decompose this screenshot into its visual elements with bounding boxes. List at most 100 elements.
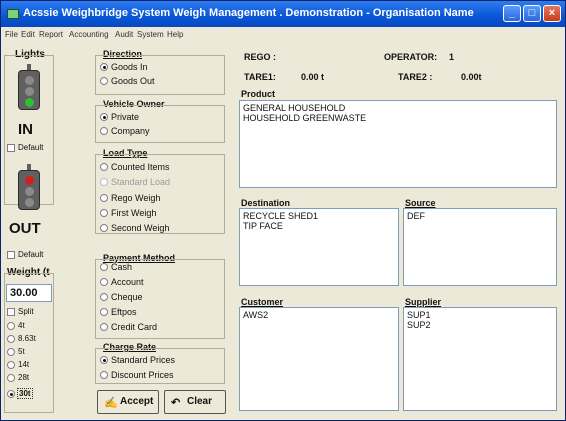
load-type-counted-items-radio[interactable] (100, 163, 108, 171)
destination-item[interactable]: TIP FACE (243, 221, 283, 231)
weight-option-label: 4t (18, 321, 25, 330)
clear-button[interactable]: ↶ Clear (164, 390, 226, 414)
out-light-middle (25, 187, 34, 196)
menu-accounting[interactable]: Accounting (69, 30, 109, 39)
operator-label: OPERATOR: (384, 52, 438, 62)
load-type-standard-load-label: Standard Load (111, 177, 171, 187)
accept-button-label: Accept (120, 396, 154, 407)
destination-title: Destination (241, 198, 291, 208)
load-type-standard-load-radio (100, 178, 108, 186)
weight-input[interactable]: 30.00 (6, 284, 52, 302)
payment-cash-radio[interactable] (100, 263, 108, 271)
vehicle-owner-private-radio[interactable] (100, 113, 108, 121)
payment-account-radio[interactable] (100, 278, 108, 286)
accept-button[interactable]: ✍ Accept (97, 390, 159, 414)
default-out-checkbox[interactable] (7, 251, 15, 259)
split-checkbox[interactable] (7, 308, 15, 316)
source-item[interactable]: DEF (407, 211, 425, 221)
weight-option-label: 28t (18, 373, 30, 382)
load-type-second-weigh-label: Second Weigh (111, 223, 170, 233)
tare2-label: TARE2 : (398, 72, 433, 82)
product-item[interactable]: GENERAL HOUSEHOLD (243, 103, 345, 113)
tare1-value: 0.00 t (301, 72, 325, 82)
load-type-first-weigh-radio[interactable] (100, 209, 108, 217)
charge-rate-discount-radio[interactable] (100, 371, 108, 379)
menu-system[interactable]: System (137, 30, 164, 39)
direction-goods-in-radio[interactable] (100, 63, 108, 71)
product-list[interactable]: GENERAL HOUSEHOLD HOUSEHOLD GREENWASTE (239, 100, 557, 188)
menu-report[interactable]: Report (39, 30, 63, 39)
payment-eftpos-radio[interactable] (100, 308, 108, 316)
window-title: Acssie Weighbridge System Weigh Manageme… (23, 7, 474, 19)
customer-title: Customer (241, 297, 284, 307)
in-light-middle (25, 87, 34, 96)
tare1-label: TARE1: (244, 72, 276, 82)
menu-audit[interactable]: Audit (115, 30, 133, 39)
source-list[interactable]: DEF (403, 208, 557, 286)
rego-label: REGO : (244, 52, 277, 62)
customer-item[interactable]: AWS2 (243, 310, 268, 320)
payment-account-label: Account (111, 277, 144, 287)
weight-option-radio[interactable] (7, 335, 15, 343)
in-label: IN (18, 121, 33, 138)
load-type-rego-weigh-label: Rego Weigh (111, 193, 161, 203)
supplier-item[interactable]: SUP1 (407, 310, 431, 320)
payment-credit-card-label: Credit Card (111, 322, 158, 332)
direction-goods-out-label: Goods Out (111, 76, 155, 86)
payment-cheque-label: Cheque (111, 292, 143, 302)
supplier-title: Supplier (405, 297, 442, 307)
vehicle-owner-private-label: Private (111, 112, 140, 122)
payment-cheque-radio[interactable] (100, 293, 108, 301)
supplier-item[interactable]: SUP2 (407, 320, 431, 330)
menu-file[interactable]: File (5, 30, 18, 39)
direction-group (95, 55, 225, 95)
destination-item[interactable]: RECYCLE SHED1 (243, 211, 318, 221)
close-icon[interactable]: × (543, 5, 561, 22)
weight-option-label: 5t (18, 347, 25, 356)
default-out-label: Default (18, 250, 44, 259)
charge-rate-standard-label: Standard Prices (111, 355, 176, 365)
vehicle-owner-group (95, 105, 225, 143)
load-type-rego-weigh-radio[interactable] (100, 194, 108, 202)
source-title: Source (405, 198, 436, 208)
out-light-red (25, 176, 34, 185)
weight-option-label: 14t (18, 360, 30, 369)
menu-edit[interactable]: Edit (21, 30, 35, 39)
weight-option-radio[interactable] (7, 361, 15, 369)
payment-eftpos-label: Eftpos (111, 307, 137, 317)
accept-icon: ✍ (104, 397, 118, 409)
product-item[interactable]: HOUSEHOLD GREENWASTE (243, 113, 366, 123)
supplier-list[interactable]: SUP1 SUP2 (403, 307, 557, 411)
charge-rate-standard-radio[interactable] (100, 356, 108, 364)
in-light-green (25, 98, 34, 107)
destination-list[interactable]: RECYCLE SHED1 TIP FACE (239, 208, 399, 286)
load-type-first-weigh-label: First Weigh (111, 208, 157, 218)
direction-goods-in-label: Goods In (111, 62, 148, 72)
minimize-icon[interactable]: _ (503, 5, 521, 22)
weight-option-radio-selected[interactable] (7, 390, 15, 398)
app-icon (7, 9, 19, 19)
customer-list[interactable]: AWS2 (239, 307, 399, 411)
charge-rate-discount-label: Discount Prices (111, 370, 174, 380)
out-label: OUT (9, 220, 41, 237)
maximize-icon[interactable]: □ (523, 5, 541, 22)
out-traffic-light-icon (18, 170, 40, 210)
in-traffic-light-icon (18, 70, 40, 110)
menu-help[interactable]: Help (167, 30, 183, 39)
out-light-bottom (25, 198, 34, 207)
default-in-checkbox[interactable] (7, 144, 15, 152)
weight-option-label: 8.63t (18, 334, 36, 343)
weight-option-radio[interactable] (7, 374, 15, 382)
weight-value: 30.00 (10, 287, 38, 299)
vehicle-owner-company-label: Company (111, 126, 150, 136)
operator-value: 1 (449, 52, 455, 62)
payment-credit-card-radio[interactable] (100, 323, 108, 331)
title-bar[interactable]: Acssie Weighbridge System Weigh Manageme… (1, 1, 565, 27)
tare2-value: 0.00t (461, 72, 482, 82)
direction-goods-out-radio[interactable] (100, 77, 108, 85)
load-type-second-weigh-radio[interactable] (100, 224, 108, 232)
weight-option-radio[interactable] (7, 322, 15, 330)
app-window: Acssie Weighbridge System Weigh Manageme… (0, 0, 566, 421)
weight-option-radio[interactable] (7, 348, 15, 356)
vehicle-owner-company-radio[interactable] (100, 127, 108, 135)
